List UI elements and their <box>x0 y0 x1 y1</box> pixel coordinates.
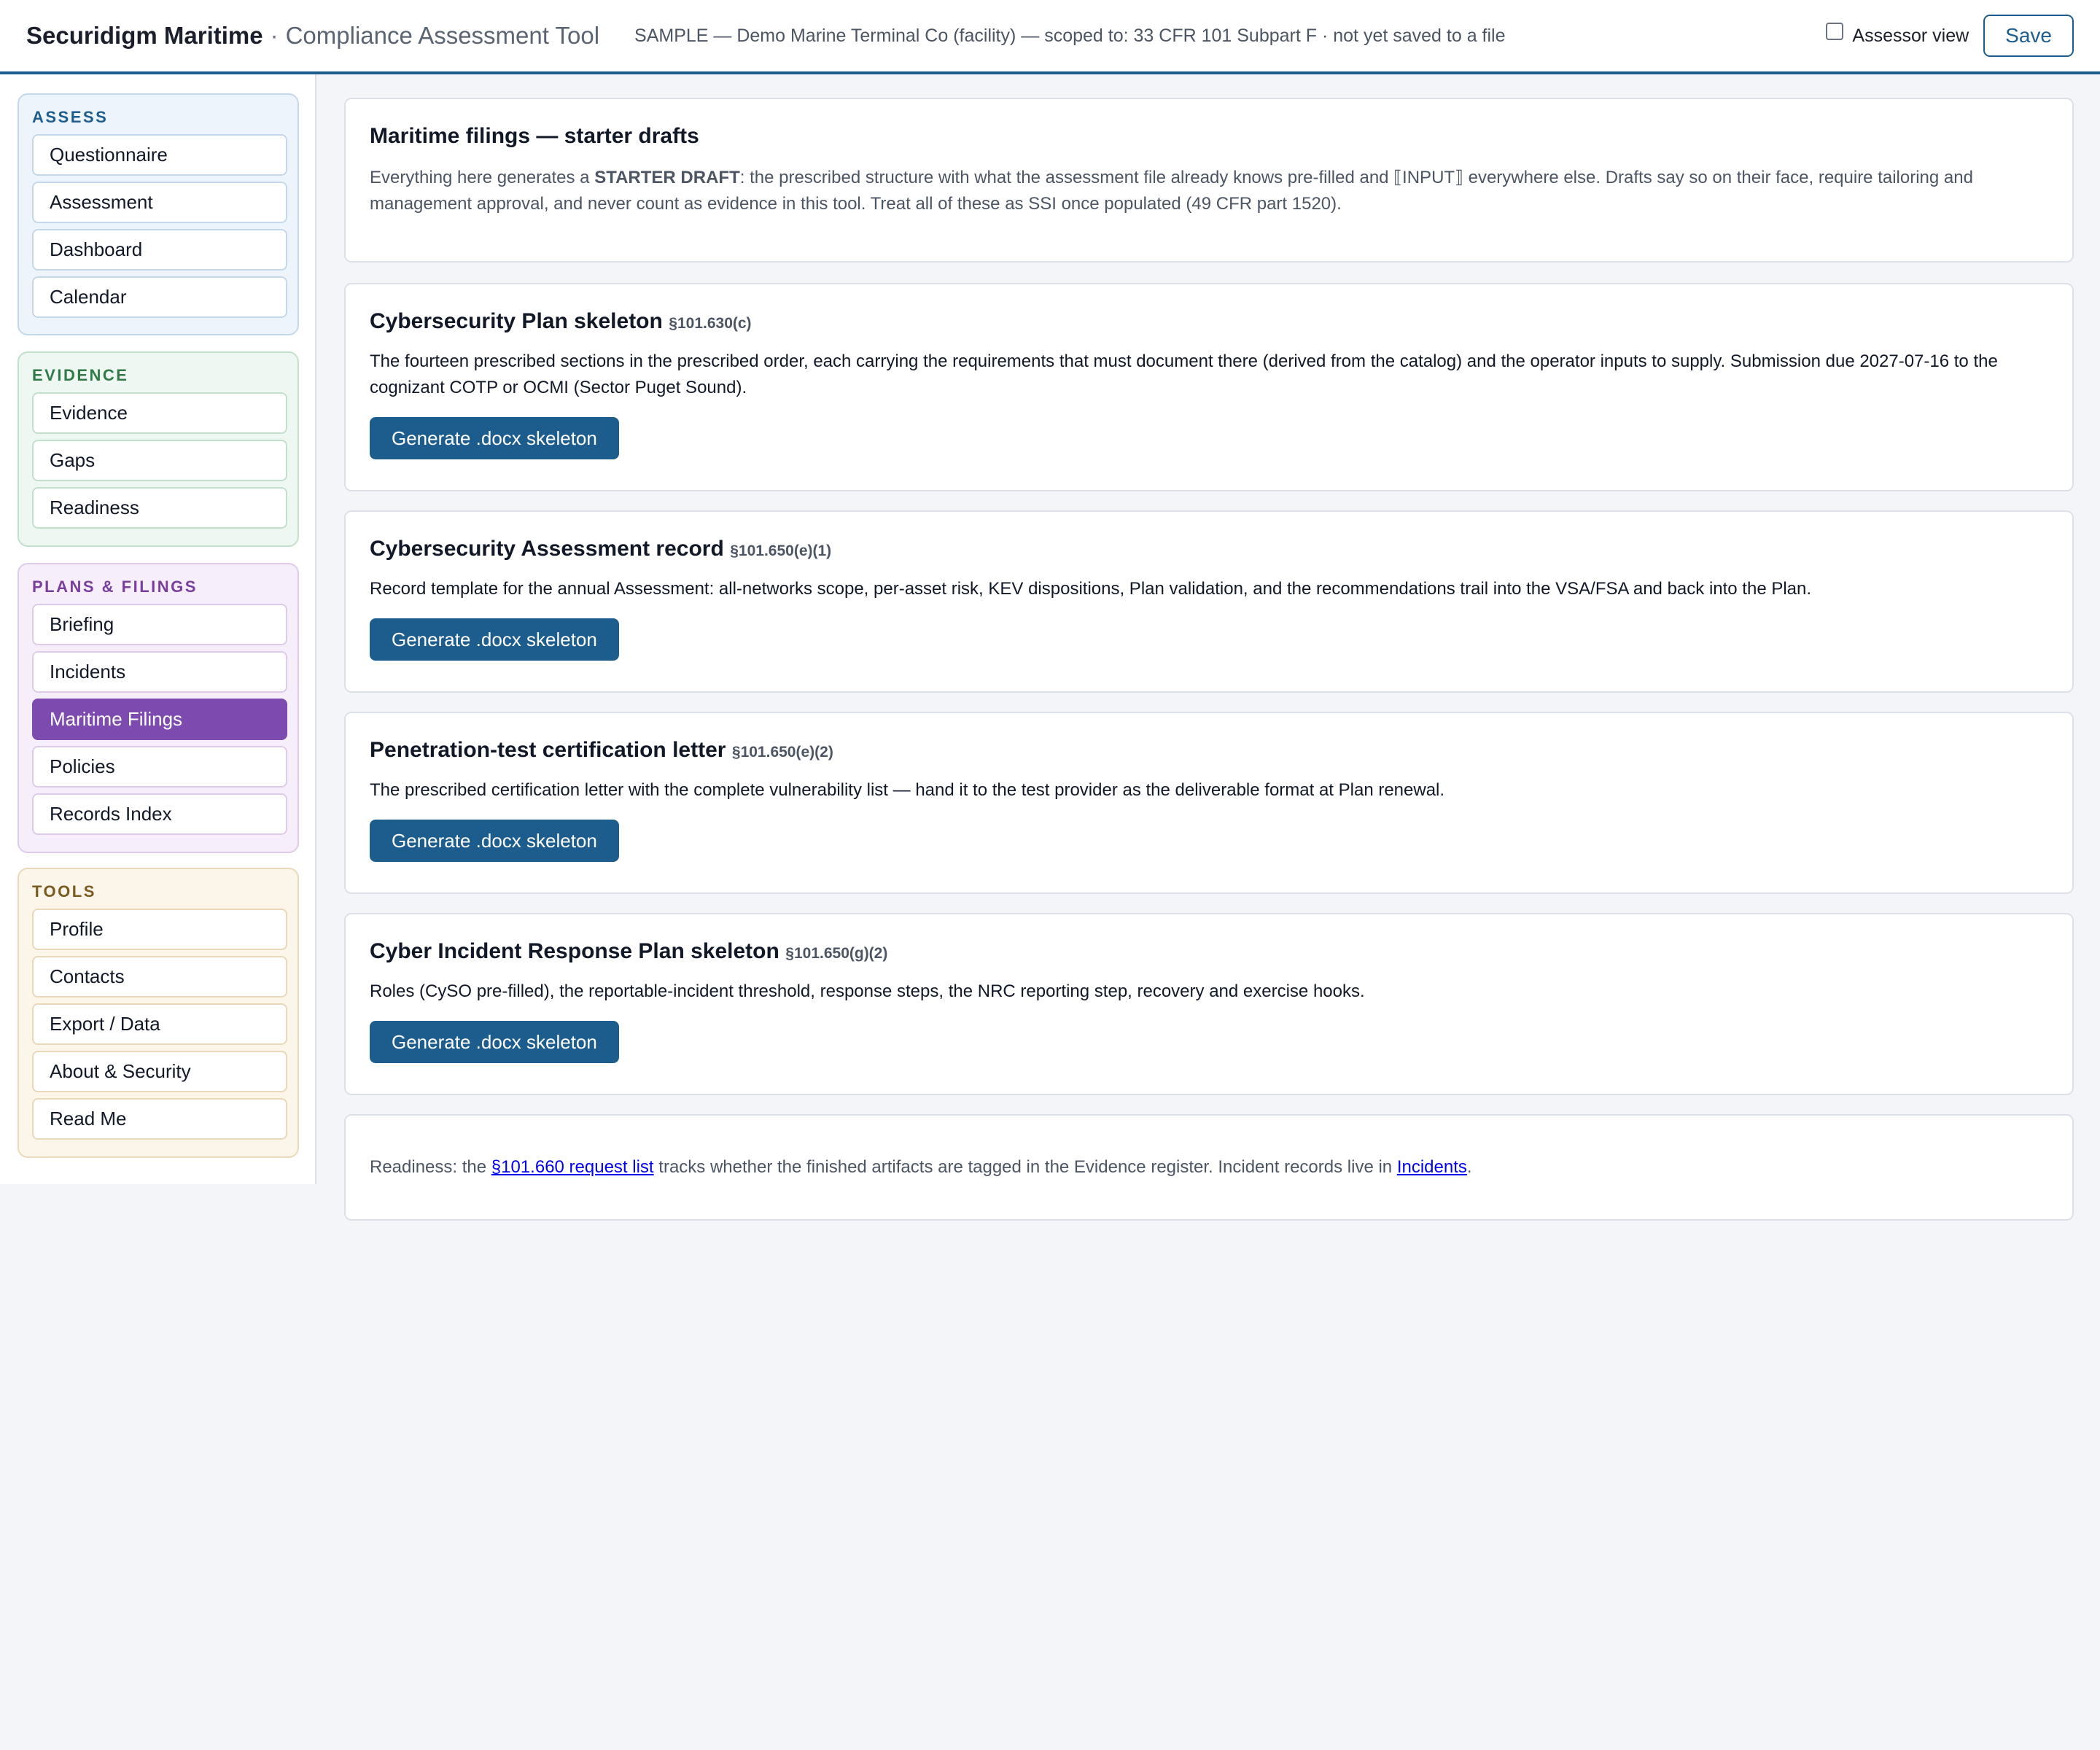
generate-docx-button[interactable]: Generate .docx skeleton <box>370 1021 619 1063</box>
readiness-note: Readiness: the §101.660 request list tra… <box>370 1154 2048 1181</box>
intro-text-pre: Everything here generates a <box>370 168 595 187</box>
sidebar-item-incidents[interactable]: Incidents <box>32 651 287 693</box>
filing-section-ref: §101.650(e)(2) <box>731 744 833 761</box>
filing-heading: Penetration-test certification letter §1… <box>370 738 2048 763</box>
nav-group-evidence: Evidence Evidence Gaps Readiness <box>18 351 299 547</box>
request-list-link[interactable]: §101.660 request list <box>491 1157 654 1177</box>
sidebar-item-policies[interactable]: Policies <box>32 746 287 788</box>
filing-title: Cyber Incident Response Plan skeleton <box>370 939 779 963</box>
sidebar-item-records-index[interactable]: Records Index <box>32 793 287 835</box>
save-button[interactable]: Save <box>1983 15 2074 57</box>
sidebar-item-evidence[interactable]: Evidence <box>32 392 287 434</box>
brand-name: Securidigm Maritime <box>26 22 263 49</box>
sidebar-item-contacts[interactable]: Contacts <box>32 956 287 998</box>
sidebar-item-readiness[interactable]: Readiness <box>32 487 287 529</box>
assessor-view-checkbox[interactable] <box>1826 23 1844 40</box>
filing-card-incident-response-plan: Cyber Incident Response Plan skeleton §1… <box>344 913 2074 1095</box>
generate-docx-button[interactable]: Generate .docx skeleton <box>370 820 619 862</box>
sidebar-item-assessment[interactable]: Assessment <box>32 182 287 223</box>
brand-subtitle: Compliance Assessment Tool <box>285 22 600 49</box>
filing-heading: Cyber Incident Response Plan skeleton §1… <box>370 939 2048 964</box>
readiness-note-post: . <box>1466 1157 1472 1177</box>
filing-section-ref: §101.630(c) <box>669 315 752 332</box>
sidebar-item-calendar[interactable]: Calendar <box>32 276 287 318</box>
sidebar-item-questionnaire[interactable]: Questionnaire <box>32 134 287 176</box>
nav-group-tools: Tools Profile Contacts Export / Data Abo… <box>18 868 299 1158</box>
filing-section-ref: §101.650(g)(2) <box>785 945 888 962</box>
generate-docx-button[interactable]: Generate .docx skeleton <box>370 417 619 459</box>
sidebar-item-dashboard[interactable]: Dashboard <box>32 229 287 271</box>
intro-text-strong: STARTER DRAFT <box>594 168 740 187</box>
filing-card-assessment-record: Cybersecurity Assessment record §101.650… <box>344 510 2074 693</box>
filing-description: Roles (CySO pre-filled), the reportable-… <box>370 981 1365 1001</box>
filing-section-ref: §101.650(e)(1) <box>730 542 832 559</box>
filing-description: The prescribed certification letter with… <box>370 780 1445 800</box>
assessor-view-label: Assessor view <box>1852 25 1969 46</box>
filing-heading: Cybersecurity Plan skeleton §101.630(c) <box>370 309 2048 334</box>
nav-group-plans-filings: Plans & Filings Briefing Incidents Marit… <box>18 563 299 853</box>
incidents-link[interactable]: Incidents <box>1397 1157 1467 1177</box>
generate-docx-button[interactable]: Generate .docx skeleton <box>370 618 619 661</box>
sidebar-item-briefing[interactable]: Briefing <box>32 604 287 645</box>
intro-text: Everything here generates a STARTER DRAF… <box>370 165 2048 217</box>
nav-group-title: Assess <box>32 108 109 126</box>
sidebar-item-profile[interactable]: Profile <box>32 909 287 950</box>
readiness-note-card: Readiness: the §101.660 request list tra… <box>344 1114 2074 1221</box>
sidebar-item-read-me[interactable]: Read Me <box>32 1098 287 1140</box>
sidebar-item-export-data[interactable]: Export / Data <box>32 1003 287 1045</box>
filing-title: Cybersecurity Plan skeleton <box>370 309 663 333</box>
assessor-view-toggle[interactable]: Assessor view <box>1826 23 1969 47</box>
readiness-note-pre: Readiness: the <box>370 1157 491 1177</box>
nav-group-assess: Assess Questionnaire Assessment Dashboar… <box>18 93 299 335</box>
filing-title: Cybersecurity Assessment record <box>370 537 724 561</box>
nav-group-title: Plans & Filings <box>32 578 198 596</box>
readiness-note-mid: tracks whether the finished artifacts ar… <box>653 1157 1397 1177</box>
file-status: SAMPLE — Demo Marine Terminal Co (facili… <box>634 25 1506 46</box>
intro-card: Maritime filings — starter drafts Everyt… <box>344 98 2074 262</box>
sidebar-item-gaps[interactable]: Gaps <box>32 440 287 481</box>
filing-card-cybersecurity-plan: Cybersecurity Plan skeleton §101.630(c) … <box>344 283 2074 491</box>
page-title: Maritime filings — starter drafts <box>370 124 699 148</box>
nav-group-title: Tools <box>32 882 96 901</box>
sidebar-item-about-security[interactable]: About & Security <box>32 1051 287 1092</box>
brand-separator: · <box>270 22 279 49</box>
filing-description: The fourteen prescribed sections in the … <box>370 351 1998 397</box>
filing-description: Record template for the annual Assessmen… <box>370 579 1812 599</box>
nav-group-title: Evidence <box>32 366 129 384</box>
top-bar: Securidigm Maritime · Compliance Assessm… <box>0 0 2100 74</box>
sidebar-item-maritime-filings[interactable]: Maritime Filings <box>32 699 287 740</box>
filing-title: Penetration-test certification letter <box>370 738 726 762</box>
header-actions: Assessor view Save <box>1826 15 2074 57</box>
filing-heading: Cybersecurity Assessment record §101.650… <box>370 537 2048 561</box>
sidebar: Assess Questionnaire Assessment Dashboar… <box>0 74 316 1184</box>
filing-card-pentest-letter: Penetration-test certification letter §1… <box>344 712 2074 894</box>
